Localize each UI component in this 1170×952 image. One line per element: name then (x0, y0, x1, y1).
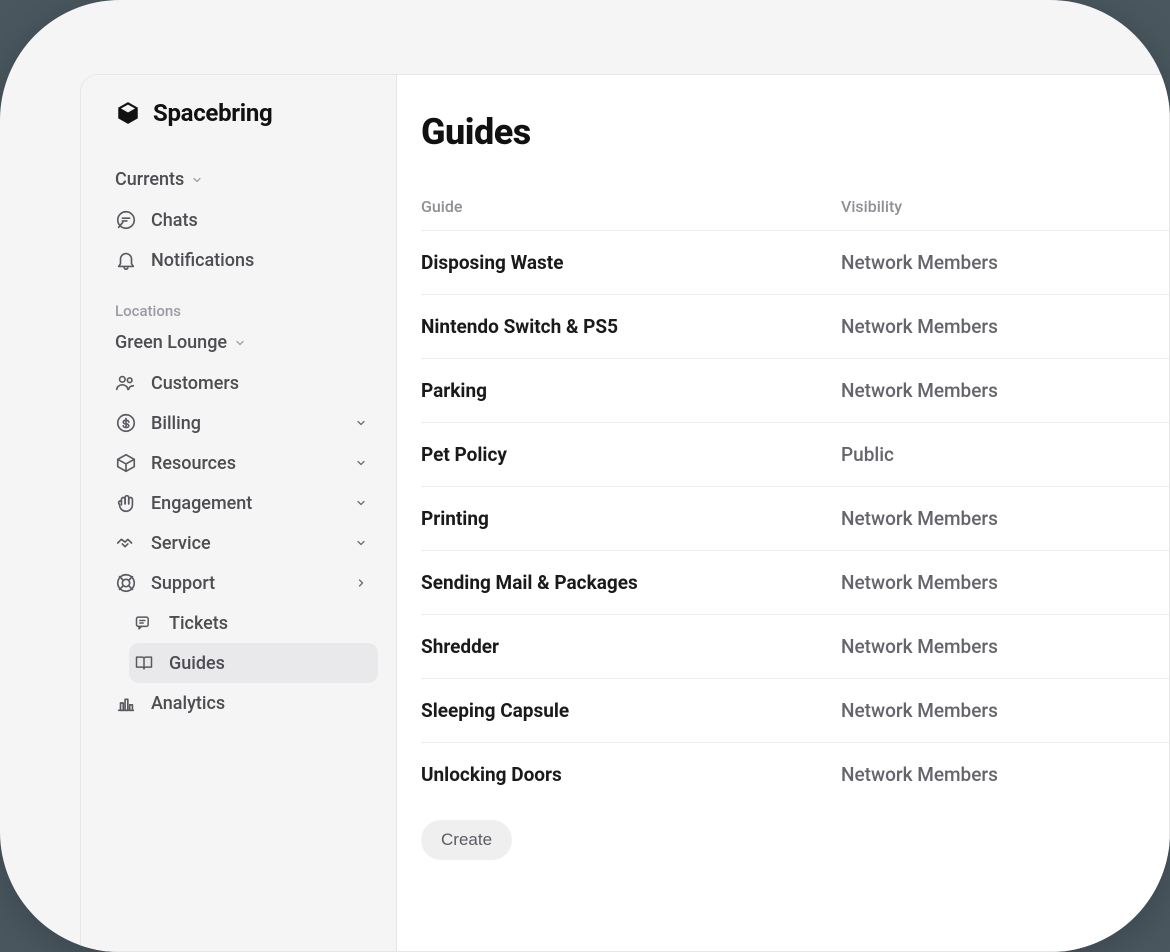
guide-name-cell: Pet Policy (421, 443, 841, 466)
sidebar-item-label: Guides (169, 653, 368, 674)
guide-visibility-cell: Network Members (841, 315, 1169, 338)
chevron-down-icon (354, 496, 368, 510)
main-content: Guides Guide Visibility Disposing WasteN… (397, 75, 1169, 951)
guide-name-cell: Nintendo Switch & PS5 (421, 315, 841, 338)
sidebar-item-label: Chats (151, 210, 368, 231)
guide-name-cell: Sending Mail & Packages (421, 571, 841, 594)
sidebar-subitem-tickets[interactable]: Tickets (129, 603, 378, 643)
sidebar-item-chats[interactable]: Chats (111, 200, 378, 240)
table-row[interactable]: Pet PolicyPublic (421, 423, 1169, 487)
sidebar-item-label: Notifications (151, 250, 368, 271)
sidebar-item-engagement[interactable]: Engagement (111, 483, 378, 523)
sidebar-item-billing[interactable]: Billing (111, 403, 378, 443)
guide-name-cell: Sleeping Capsule (421, 699, 841, 722)
guide-visibility-cell: Network Members (841, 251, 1169, 274)
table-row[interactable]: ShredderNetwork Members (421, 615, 1169, 679)
sidebar-item-service[interactable]: Service (111, 523, 378, 563)
create-button[interactable]: Create (421, 820, 512, 860)
guides-table-body: Disposing WasteNetwork MembersNintendo S… (421, 231, 1169, 806)
brand-name: Spacebring (153, 99, 272, 127)
book-open-icon (133, 652, 155, 674)
wave-icon (115, 492, 137, 514)
guide-name-cell: Printing (421, 507, 841, 530)
sidebar-item-notifications[interactable]: Notifications (111, 240, 378, 280)
page-title: Guides (421, 111, 1169, 153)
table-row[interactable]: Unlocking DoorsNetwork Members (421, 743, 1169, 806)
handshake-icon (115, 532, 137, 554)
sidebar-item-label: Billing (151, 413, 340, 434)
guide-name-cell: Unlocking Doors (421, 763, 841, 786)
sidebar-item-support[interactable]: Support (111, 563, 378, 603)
table-row[interactable]: Disposing WasteNetwork Members (421, 231, 1169, 295)
sidebar-item-resources[interactable]: Resources (111, 443, 378, 483)
sidebar-item-label: Support (151, 573, 340, 594)
locations-section-label: Locations (111, 280, 378, 326)
app-frame: Spacebring Currents Chats Notifications (0, 0, 1170, 952)
column-header-visibility: Visibility (841, 197, 1169, 216)
sidebar-item-label: Service (151, 533, 340, 554)
chevron-down-icon (354, 456, 368, 470)
guide-visibility-cell: Network Members (841, 507, 1169, 530)
lifebuoy-icon (115, 572, 137, 594)
table-row[interactable]: Sleeping CapsuleNetwork Members (421, 679, 1169, 743)
table-row[interactable]: PrintingNetwork Members (421, 487, 1169, 551)
sidebar: Spacebring Currents Chats Notifications (81, 75, 397, 951)
sidebar-item-label: Resources (151, 453, 340, 474)
chevron-down-icon (354, 416, 368, 430)
currents-section-toggle[interactable]: Currents (111, 163, 378, 196)
guide-name-cell: Parking (421, 379, 841, 402)
bell-icon (115, 249, 137, 271)
package-icon (115, 452, 137, 474)
location-selector[interactable]: Green Lounge (111, 326, 378, 359)
guide-visibility-cell: Network Members (841, 699, 1169, 722)
guide-name-cell: Shredder (421, 635, 841, 658)
sidebar-item-label: Tickets (169, 613, 368, 634)
table-row[interactable]: ParkingNetwork Members (421, 359, 1169, 423)
sidebar-item-label: Customers (151, 373, 368, 394)
sidebar-subitem-guides[interactable]: Guides (129, 643, 378, 683)
guide-visibility-cell: Network Members (841, 571, 1169, 594)
app-window: Spacebring Currents Chats Notifications (80, 74, 1170, 952)
guide-visibility-cell: Network Members (841, 379, 1169, 402)
sidebar-item-label: Engagement (151, 493, 340, 514)
ticket-chat-icon (133, 612, 155, 634)
sidebar-item-analytics[interactable]: Analytics (111, 683, 378, 723)
users-icon (115, 372, 137, 394)
chevron-right-icon (354, 576, 368, 590)
brand[interactable]: Spacebring (111, 99, 378, 127)
sidebar-item-label: Analytics (151, 693, 368, 714)
currents-label: Currents (115, 169, 184, 190)
chat-icon (115, 209, 137, 231)
sidebar-item-customers[interactable]: Customers (111, 363, 378, 403)
chevron-down-icon (190, 173, 204, 187)
table-header-row: Guide Visibility (421, 197, 1169, 231)
table-row[interactable]: Nintendo Switch & PS5Network Members (421, 295, 1169, 359)
dollar-circle-icon (115, 412, 137, 434)
column-header-guide: Guide (421, 197, 841, 216)
chevron-down-icon (233, 336, 247, 350)
table-row[interactable]: Sending Mail & PackagesNetwork Members (421, 551, 1169, 615)
guide-visibility-cell: Network Members (841, 635, 1169, 658)
guide-visibility-cell: Network Members (841, 763, 1169, 786)
chevron-down-icon (354, 536, 368, 550)
guide-name-cell: Disposing Waste (421, 251, 841, 274)
location-name: Green Lounge (115, 332, 227, 353)
support-sublist: Tickets Guides (111, 603, 378, 683)
guide-visibility-cell: Public (841, 443, 1169, 466)
brand-logo-icon (115, 100, 141, 126)
bar-chart-icon (115, 692, 137, 714)
